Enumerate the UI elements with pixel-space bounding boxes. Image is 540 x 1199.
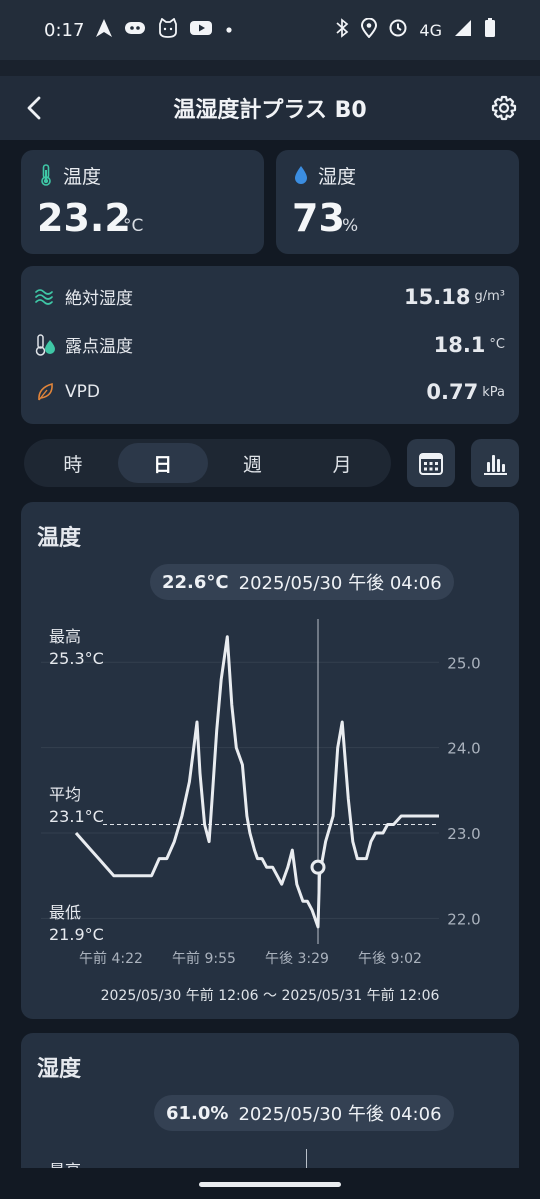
navigation-bar <box>0 1168 540 1199</box>
leaf-icon <box>38 382 53 401</box>
temperature-card[interactable]: 温度 23.2 °C <box>21 150 264 254</box>
youtube-icon <box>190 20 213 41</box>
date-range: 2025/05/30 午前 12:06 〜 2025/05/31 午前 12:0… <box>100 988 440 1004</box>
cursor-marker <box>310 859 326 875</box>
cat-app-icon <box>158 17 178 43</box>
bluetooth-icon <box>335 17 349 43</box>
y-tick-label: 23.0 <box>447 825 480 843</box>
status-separator <box>0 60 540 76</box>
absolute-humidity-label: 絶対湿度 <box>65 289 133 309</box>
min-value: 21.9°C <box>49 925 104 944</box>
humidity-cursor-line <box>306 1149 307 1169</box>
status-bar: 0:17 4G <box>0 0 540 60</box>
metrics-card: 絶対湿度 15.18 g/m³ 露点温度 18.1 °C VPD 0.77 kP… <box>21 266 519 424</box>
humidity-chart-title: 湿度 <box>37 1057 82 1082</box>
dot-icon <box>224 20 234 40</box>
humidity-card[interactable]: 湿度 73 % <box>276 150 519 254</box>
tab-week[interactable]: 週 <box>208 443 298 483</box>
page-title: 温湿度計プラス B0 <box>173 98 367 123</box>
dew-point-value: 18.1 <box>433 332 486 357</box>
back-button[interactable] <box>22 94 48 122</box>
settings-button[interactable] <box>490 94 518 122</box>
navigation-icon <box>96 18 113 42</box>
vpd-label: VPD <box>65 382 100 402</box>
temperature-label: 温度 <box>63 166 102 188</box>
thermometer-icon <box>41 164 51 186</box>
avg-stat: 平均 23.1°C <box>49 784 104 828</box>
temperature-unit: °C <box>123 216 144 236</box>
vpd-value: 0.77 <box>426 380 479 404</box>
tab-month[interactable]: 月 <box>297 443 387 483</box>
y-tick-label: 24.0 <box>447 740 480 758</box>
max-value: 25.3°C <box>49 649 104 668</box>
temperature-chart-card: 温度 22.6°C 2025/05/30 午後 04:06 22.0 23.0 24… <box>21 502 519 1019</box>
calendar-icon <box>419 453 443 475</box>
dew-point-unit: °C <box>489 337 505 352</box>
min-stat: 最低 21.9°C <box>49 902 104 946</box>
discord-icon <box>124 20 146 41</box>
humidity-tooltip-time: 2025/05/30 午後 04:06 <box>238 1104 442 1125</box>
humidity-value: 73 <box>292 196 345 240</box>
clock: 0:17 <box>44 19 85 41</box>
vpd-unit: kPa <box>482 384 505 400</box>
water-drop-icon <box>295 166 307 184</box>
home-handle[interactable] <box>199 1182 341 1187</box>
location-icon <box>361 17 378 43</box>
humidity-label: 湿度 <box>318 166 357 188</box>
absolute-humidity-value: 15.18 <box>404 284 471 309</box>
period-selector: 時 日 週 月 <box>24 439 391 487</box>
dew-point-row: 露点温度 18.1 °C <box>35 332 505 357</box>
bar-chart-icon <box>484 455 507 475</box>
signal-icon <box>454 19 472 42</box>
gear-icon <box>491 95 517 121</box>
humidity-tooltip: 61.0% 2025/05/30 午後 04:06 <box>154 1095 454 1131</box>
x-tick-label: 午後 3:29 <box>265 951 329 967</box>
dew-point-icon <box>35 333 55 356</box>
humidity-tooltip-value: 61.0% <box>166 1102 229 1124</box>
vpd-row: VPD 0.77 kPa <box>35 380 505 404</box>
tab-day[interactable]: 日 <box>117 443 208 483</box>
x-tick-label: 午後 9:02 <box>358 951 422 967</box>
dew-point-label: 露点温度 <box>65 337 133 357</box>
max-label: 最高 <box>49 627 82 646</box>
alarm-icon <box>389 19 407 42</box>
x-tick-label: 午前 4:22 <box>79 950 143 967</box>
y-tick-label: 25.0 <box>447 654 480 672</box>
calendar-button[interactable] <box>407 439 455 487</box>
y-tick-label: 22.0 <box>447 910 480 928</box>
wind-humidity-icon <box>35 288 53 305</box>
x-tick-label: 午前 9:55 <box>172 950 236 967</box>
min-label: 最低 <box>49 903 82 922</box>
absolute-humidity-row: 絶対湿度 15.18 g/m³ <box>35 284 505 309</box>
tab-hour[interactable]: 時 <box>28 443 118 483</box>
temperature-series-line <box>74 635 439 929</box>
avg-value: 23.1°C <box>49 807 104 826</box>
absolute-humidity-unit: g/m³ <box>474 289 505 304</box>
avg-label: 平均 <box>49 785 82 804</box>
statistics-button[interactable] <box>471 439 519 487</box>
max-stat: 最高 25.3°C <box>49 626 104 670</box>
temperature-value: 23.2 <box>37 196 131 240</box>
chevron-left-icon <box>27 96 41 120</box>
network-type: 4G <box>419 20 442 40</box>
app-header: 温湿度計プラス B0 <box>0 76 540 140</box>
humidity-unit: % <box>342 216 359 236</box>
battery-icon <box>484 17 496 43</box>
